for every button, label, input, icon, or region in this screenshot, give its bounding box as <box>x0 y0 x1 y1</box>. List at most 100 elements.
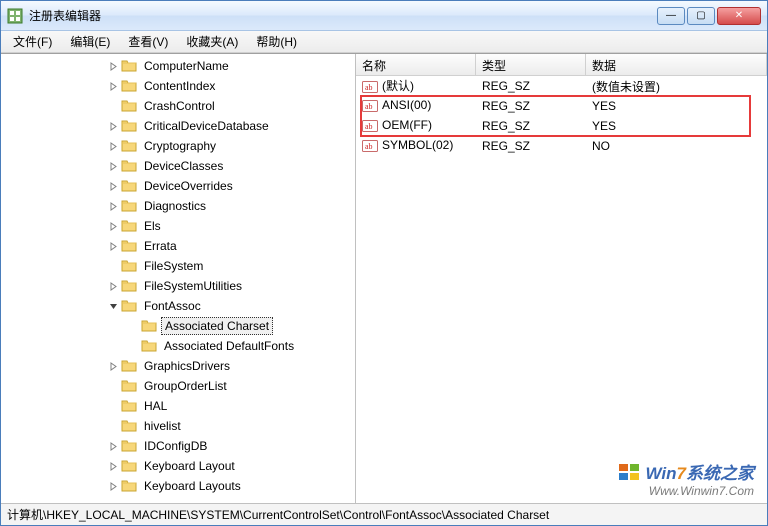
menu-edit[interactable]: 编辑(E) <box>62 31 118 52</box>
svg-text:ab: ab <box>365 83 373 92</box>
tree-item-label: Diagnostics <box>141 198 209 214</box>
tree-item[interactable]: Cryptography <box>5 136 355 156</box>
expander-icon[interactable] <box>105 302 121 311</box>
tree-item[interactable]: hivelist <box>5 416 355 436</box>
tree-item-label: FileSystem <box>141 258 206 274</box>
tree-item[interactable]: Keyboard Layout <box>5 456 355 476</box>
menu-bar: 文件(F) 编辑(E) 查看(V) 收藏夹(A) 帮助(H) <box>1 31 767 53</box>
tree-item[interactable]: GroupOrderList <box>5 376 355 396</box>
menu-help[interactable]: 帮助(H) <box>248 31 305 52</box>
value-row[interactable]: abSYMBOL(02)REG_SZNO <box>356 136 767 156</box>
window-buttons: — ▢ ✕ <box>657 7 761 25</box>
registry-editor-window: 注册表编辑器 — ▢ ✕ 文件(F) 编辑(E) 查看(V) 收藏夹(A) 帮助… <box>0 0 768 526</box>
value-data: YES <box>586 99 767 113</box>
value-name: abOEM(FF) <box>356 118 476 134</box>
tree-item[interactable]: Errata <box>5 236 355 256</box>
status-bar: 计算机\HKEY_LOCAL_MACHINE\SYSTEM\CurrentCon… <box>1 503 767 525</box>
tree-item-label: Errata <box>141 238 180 254</box>
value-row[interactable]: abOEM(FF)REG_SZYES <box>356 116 767 136</box>
svg-text:ab: ab <box>365 122 373 131</box>
tree-item-label: FontAssoc <box>141 298 204 314</box>
list-body[interactable]: ab(默认)REG_SZ(数值未设置)abANSI(00)REG_SZYESab… <box>356 76 767 503</box>
tree-item-label: Keyboard Layouts <box>141 478 244 494</box>
tree-item-label: CriticalDeviceDatabase <box>141 118 272 134</box>
tree-item[interactable]: FontAssoc <box>5 296 355 316</box>
tree-item-label: ContentIndex <box>141 78 218 94</box>
value-data: NO <box>586 139 767 153</box>
expander-icon[interactable] <box>105 242 121 251</box>
status-path: 计算机\HKEY_LOCAL_MACHINE\SYSTEM\CurrentCon… <box>7 506 549 523</box>
expander-icon[interactable] <box>105 482 121 491</box>
col-name-header[interactable]: 名称 <box>356 54 476 75</box>
tree-item-label: Cryptography <box>141 138 219 154</box>
tree-item[interactable]: HAL <box>5 396 355 416</box>
menu-file[interactable]: 文件(F) <box>5 31 60 52</box>
value-type: REG_SZ <box>476 139 586 153</box>
expander-icon[interactable] <box>105 362 121 371</box>
expander-icon[interactable] <box>105 122 121 131</box>
value-data: (数值未设置) <box>586 78 767 95</box>
tree-item-label: GroupOrderList <box>141 378 230 394</box>
tree-item[interactable]: ComputerName <box>5 56 355 76</box>
tree-item[interactable]: Diagnostics <box>5 196 355 216</box>
tree-item[interactable]: CrashControl <box>5 96 355 116</box>
svg-text:ab: ab <box>365 142 373 151</box>
expander-icon[interactable] <box>105 142 121 151</box>
value-type: REG_SZ <box>476 119 586 133</box>
value-name: abSYMBOL(02) <box>356 138 476 154</box>
tree-item[interactable]: DeviceOverrides <box>5 176 355 196</box>
menu-favorites[interactable]: 收藏夹(A) <box>178 31 246 52</box>
tree-item-label: Keyboard Layout <box>141 458 238 474</box>
tree-item[interactable]: GraphicsDrivers <box>5 356 355 376</box>
expander-icon[interactable] <box>105 442 121 451</box>
tree-item-label: Associated DefaultFonts <box>161 338 297 354</box>
tree-item-label: CrashControl <box>141 98 218 114</box>
tree-item[interactable]: Associated Charset <box>5 316 355 336</box>
tree-item[interactable]: Keyboard Layouts <box>5 476 355 496</box>
tree-item[interactable]: DeviceClasses <box>5 156 355 176</box>
expander-icon[interactable] <box>105 282 121 291</box>
list-header: 名称 类型 数据 <box>356 54 767 76</box>
maximize-button[interactable]: ▢ <box>687 7 715 25</box>
tree-item[interactable]: Els <box>5 216 355 236</box>
window-title: 注册表编辑器 <box>29 7 657 24</box>
value-data: YES <box>586 119 767 133</box>
tree-item-label: DeviceClasses <box>141 158 226 174</box>
col-type-header[interactable]: 类型 <box>476 54 586 75</box>
value-type: REG_SZ <box>476 79 586 93</box>
value-type: REG_SZ <box>476 99 586 113</box>
expander-icon[interactable] <box>105 62 121 71</box>
minimize-button[interactable]: — <box>657 7 685 25</box>
expander-icon[interactable] <box>105 162 121 171</box>
expander-icon[interactable] <box>105 462 121 471</box>
tree-item[interactable]: FileSystemUtilities <box>5 276 355 296</box>
tree-item-label: HAL <box>141 398 170 414</box>
tree-item[interactable]: FileSystem <box>5 256 355 276</box>
workspace: ComputerName ContentIndex CrashControl Crit… <box>1 53 767 503</box>
expander-icon[interactable] <box>105 222 121 231</box>
expander-icon[interactable] <box>105 202 121 211</box>
tree-item-label: ComputerName <box>141 58 232 74</box>
tree-item-label: Els <box>141 218 164 234</box>
col-data-header[interactable]: 数据 <box>586 54 767 75</box>
tree-item[interactable]: CriticalDeviceDatabase <box>5 116 355 136</box>
value-name: ab(默认) <box>356 77 476 95</box>
value-name: abANSI(00) <box>356 98 476 114</box>
titlebar[interactable]: 注册表编辑器 — ▢ ✕ <box>1 1 767 31</box>
tree-pane: ComputerName ContentIndex CrashControl Crit… <box>1 54 356 503</box>
tree-item-label: hivelist <box>141 418 184 434</box>
tree-item[interactable]: ContentIndex <box>5 76 355 96</box>
menu-view[interactable]: 查看(V) <box>120 31 176 52</box>
tree-item[interactable]: IDConfigDB <box>5 436 355 456</box>
value-row[interactable]: ab(默认)REG_SZ(数值未设置) <box>356 76 767 96</box>
expander-icon[interactable] <box>105 82 121 91</box>
tree-item-label: FileSystemUtilities <box>141 278 245 294</box>
svg-text:ab: ab <box>365 102 373 111</box>
tree-scroll[interactable]: ComputerName ContentIndex CrashControl Crit… <box>1 54 355 503</box>
close-button[interactable]: ✕ <box>717 7 761 25</box>
tree-item-label: Associated Charset <box>161 317 273 335</box>
tree-item-label: GraphicsDrivers <box>141 358 233 374</box>
tree-item[interactable]: Associated DefaultFonts <box>5 336 355 356</box>
value-row[interactable]: abANSI(00)REG_SZYES <box>356 96 767 116</box>
expander-icon[interactable] <box>105 182 121 191</box>
